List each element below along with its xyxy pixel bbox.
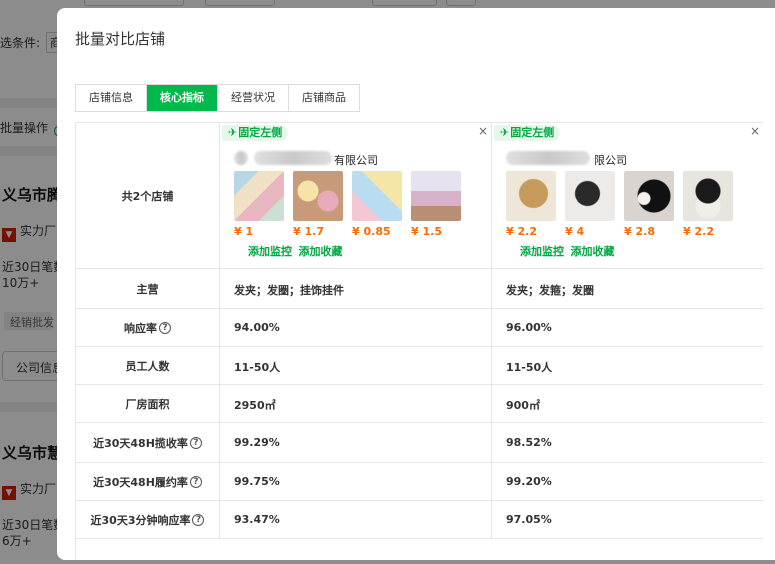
product-price: ¥ 4 — [565, 225, 585, 238]
metric-row-3min-response: 近30天3分钟响应率? 93.47% 97.05% — [76, 501, 763, 539]
shop-actions: 添加监控 添加收藏 — [520, 243, 618, 259]
shop-card: ✈固定左侧 × 限公司 ¥ 2.2 ¥ 4 ¥ 2.8 ¥ 2.2 添加监控 添… — [492, 123, 763, 268]
tab-core-metrics[interactable]: 核心指标 — [147, 85, 218, 111]
product-image[interactable] — [352, 171, 402, 221]
blurred-name — [506, 151, 590, 165]
metric-row-factory-area: 厂房面积 2950㎡ 900㎡ — [76, 385, 763, 423]
shop-header-row: 共2个店铺 ✈固定左侧 × 有限公司 ¥ 1 ¥ 1.7 ¥ 0.85 ¥ 1.… — [76, 123, 763, 269]
product-item[interactable]: ¥ 2.2 — [506, 171, 556, 238]
product-price: ¥ 1.5 — [411, 225, 442, 238]
product-image[interactable] — [683, 171, 733, 221]
help-icon[interactable]: ? — [189, 436, 202, 449]
metric-value: 93.47% — [234, 513, 280, 526]
product-image[interactable] — [234, 171, 284, 221]
metric-label: 近30天48H揽收率? — [76, 423, 220, 462]
pin-icon: ✈ — [500, 126, 510, 139]
product-price: ¥ 2.8 — [624, 225, 655, 238]
product-image[interactable] — [624, 171, 674, 221]
metric-value: 99.29% — [234, 436, 280, 449]
product-item[interactable]: ¥ 4 — [565, 171, 615, 238]
blurred-name — [254, 151, 332, 165]
metric-value: 2950㎡ — [234, 399, 276, 412]
pin-icon: ✈ — [228, 126, 238, 139]
add-monitor-button[interactable]: 添加监控 — [520, 245, 564, 258]
metric-label: 员工人数 — [76, 347, 220, 384]
metric-label: 主营 — [76, 269, 220, 308]
tab-shop-products[interactable]: 店铺商品 — [289, 85, 359, 111]
shop-card: ✈固定左侧 × 有限公司 ¥ 1 ¥ 1.7 ¥ 0.85 ¥ 1.5 添加监控… — [220, 123, 492, 268]
product-price: ¥ 2.2 — [683, 225, 714, 238]
add-monitor-button[interactable]: 添加监控 — [248, 245, 292, 258]
product-image[interactable] — [565, 171, 615, 221]
metric-value: 11-50人 — [506, 361, 553, 374]
pin-left-button[interactable]: ✈固定左侧 — [494, 125, 561, 141]
help-icon[interactable]: ? — [159, 321, 171, 334]
product-item[interactable]: ¥ 2.2 — [683, 171, 733, 238]
shop-name[interactable]: 有限公司 — [234, 151, 434, 167]
metric-value: 94.00% — [234, 321, 280, 334]
compare-table: 共2个店铺 ✈固定左侧 × 有限公司 ¥ 1 ¥ 1.7 ¥ 0.85 ¥ 1.… — [75, 122, 763, 560]
metric-row-pickup-rate: 近30天48H揽收率? 99.29% 98.52% — [76, 423, 763, 463]
metric-label: 近30天3分钟响应率? — [76, 501, 220, 538]
metric-value: 900㎡ — [506, 399, 540, 412]
product-price: ¥ 0.85 — [352, 225, 391, 238]
product-image[interactable] — [411, 171, 461, 221]
tab-operations[interactable]: 经营状况 — [218, 85, 289, 111]
product-item[interactable]: ¥ 0.85 — [352, 171, 402, 238]
metric-row-employees: 员工人数 11-50人 11-50人 — [76, 347, 763, 385]
pin-left-button[interactable]: ✈固定左侧 — [222, 125, 289, 141]
shop-count-label: 共2个店铺 — [76, 123, 220, 268]
add-favorite-button[interactable]: 添加收藏 — [571, 245, 615, 258]
product-item[interactable]: ¥ 1.5 — [411, 171, 461, 238]
product-thumbnails: ¥ 1 ¥ 1.7 ¥ 0.85 ¥ 1.5 — [234, 171, 470, 238]
product-item[interactable]: ¥ 1 — [234, 171, 284, 238]
help-icon[interactable]: ? — [192, 513, 205, 526]
product-image[interactable] — [506, 171, 556, 221]
compare-shops-dialog: 批量对比店铺 店铺信息 核心指标 经营状况 店铺商品 共2个店铺 ✈固定左侧 ×… — [57, 8, 775, 560]
metric-value: 98.52% — [506, 436, 552, 449]
product-price: ¥ 1.7 — [293, 225, 324, 238]
shop-name[interactable]: 限公司 — [506, 151, 706, 167]
metric-row-response-rate: 响应率? 94.00% 96.00% — [76, 309, 763, 347]
product-item[interactable]: ¥ 2.8 — [624, 171, 674, 238]
help-icon[interactable]: ? — [189, 475, 202, 488]
metric-label: 近30天48H履约率? — [76, 463, 220, 500]
metric-value: 96.00% — [506, 321, 552, 334]
close-icon[interactable]: × — [750, 125, 760, 137]
metric-label: 响应率? — [76, 309, 220, 346]
metric-value: 99.75% — [234, 475, 280, 488]
dialog-title: 批量对比店铺 — [75, 30, 166, 48]
add-favorite-button[interactable]: 添加收藏 — [299, 245, 343, 258]
metric-value: 11-50人 — [234, 361, 281, 374]
metric-value: 99.20% — [506, 475, 552, 488]
product-price: ¥ 2.2 — [506, 225, 537, 238]
metric-value: 发夹；发箍；发圈 — [506, 284, 594, 297]
product-price: ¥ 1 — [234, 225, 254, 238]
product-image[interactable] — [293, 171, 343, 221]
metric-row-main-business: 主营 发夹；发圈；挂饰挂件 发夹；发箍；发圈 — [76, 269, 763, 309]
metric-label: 厂房面积 — [76, 385, 220, 422]
tab-shop-info[interactable]: 店铺信息 — [76, 85, 147, 111]
product-thumbnails: ¥ 2.2 ¥ 4 ¥ 2.8 ¥ 2.2 — [506, 171, 742, 238]
shop-actions: 添加监控 添加收藏 — [248, 243, 346, 259]
blurred-name — [234, 151, 248, 165]
metric-value: 97.05% — [506, 513, 552, 526]
metric-value: 发夹；发圈；挂饰挂件 — [234, 284, 344, 297]
product-item[interactable]: ¥ 1.7 — [293, 171, 343, 238]
metric-row-fulfillment-rate: 近30天48H履约率? 99.75% 99.20% — [76, 463, 763, 501]
close-icon[interactable]: × — [478, 125, 488, 137]
tab-bar: 店铺信息 核心指标 经营状况 店铺商品 — [75, 84, 360, 112]
